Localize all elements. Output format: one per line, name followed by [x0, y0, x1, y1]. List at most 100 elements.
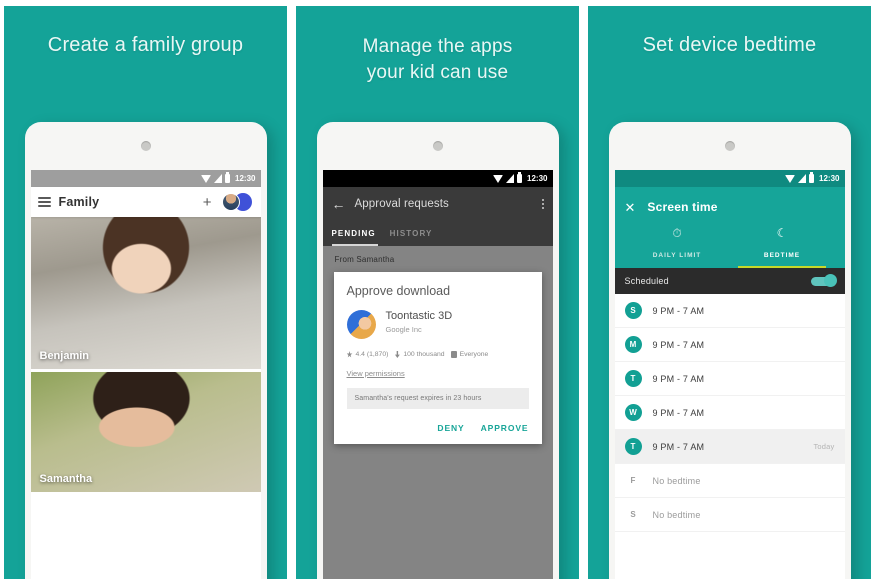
day-badge: T: [624, 370, 642, 387]
tab-bedtime[interactable]: ☾ BEDTIME: [730, 223, 835, 268]
approval-requests-content: From Samantha Approve download Toontasti…: [322, 246, 553, 579]
panel-manage-apps: Manage the apps your kid can use 12:30 ←…: [296, 6, 579, 579]
status-bar-time: 12:30: [235, 174, 256, 183]
app-bar-title: Approval requests: [354, 198, 449, 210]
bedtime-value: No bedtime: [652, 475, 701, 486]
family-photo-samantha[interactable]: Samantha: [30, 372, 261, 492]
tab-label: BEDTIME: [763, 252, 801, 259]
request-from-label: From Samantha: [334, 255, 395, 264]
screenshot-gallery: Create a family group 12:30 Family + Ben…: [0, 0, 875, 583]
table-row[interactable]: T 9 PM - 7 AM: [614, 362, 845, 396]
camera-dot: [724, 141, 735, 151]
dialog-title: Approve download: [346, 284, 451, 298]
request-expiry-notice: Samantha's request expires in 23 hours: [346, 388, 529, 409]
app-bar-title: Screen time: [647, 200, 718, 214]
tab-bar: ⏱ DAILY LIMIT ☾ BEDTIME: [625, 223, 835, 268]
phone-screen: 12:30 ✕ Screen time ⏱ DAILY LIMIT ☾ BEDT…: [614, 170, 845, 579]
app-name: Toontastic 3D: [385, 310, 453, 322]
day-badge: M: [624, 336, 642, 353]
phone-mockup: 12:30 ✕ Screen time ⏱ DAILY LIMIT ☾ BEDT…: [608, 122, 851, 579]
deny-button[interactable]: DENY: [437, 423, 464, 433]
wifi-icon: [493, 174, 504, 183]
close-x-icon[interactable]: ✕: [625, 201, 636, 214]
app-downloads: 100 thousand: [403, 351, 445, 358]
app-summary: Toontastic 3D Google Inc: [346, 310, 529, 339]
timer-icon: ⏱: [672, 226, 682, 240]
status-bar: 12:30: [30, 170, 261, 187]
day-badge: S: [624, 302, 642, 319]
toggle-knob: [823, 274, 837, 287]
back-arrow-icon[interactable]: ←: [332, 197, 346, 211]
phone-mockup: 12:30 Family + Benjamin Samantha: [24, 122, 267, 579]
approve-button[interactable]: APPROVE: [481, 423, 529, 433]
scheduled-toggle[interactable]: [810, 274, 837, 287]
app-bar: Family +: [30, 187, 261, 217]
status-bar: 12:30: [322, 170, 553, 187]
panel-title: Create a family group: [47, 34, 244, 56]
tab-pending[interactable]: PENDING: [332, 229, 376, 238]
tab-bar: PENDING HISTORY: [322, 221, 553, 246]
download-icon: [394, 351, 400, 358]
table-row[interactable]: S 9 PM - 7 AM: [614, 294, 845, 328]
tab-daily-limit[interactable]: ⏱ DAILY LIMIT: [625, 223, 730, 268]
bedtime-value: 9 PM - 7 AM: [652, 441, 705, 452]
app-developer: Google Inc: [385, 325, 422, 335]
day-badge: W: [624, 404, 642, 421]
plus-icon[interactable]: +: [203, 195, 212, 210]
wifi-icon: [201, 174, 212, 183]
app-metadata: 4.4 (1,870) 100 thousand Everyone: [346, 351, 529, 358]
view-permissions-link[interactable]: View permissions: [347, 369, 529, 378]
photo-image: [30, 217, 261, 369]
photo-name-label: Benjamin: [39, 350, 90, 362]
signal-icon: [214, 174, 223, 183]
bedtime-value: 9 PM - 7 AM: [652, 407, 705, 418]
app-bar: ← Approval requests: [322, 187, 553, 221]
app-icon: [346, 310, 376, 339]
bedtime-value: 9 PM - 7 AM: [652, 305, 705, 316]
panel-title: Set device bedtime: [642, 34, 817, 56]
phone-screen: 12:30 ← Approval requests PENDING HISTOR…: [322, 170, 553, 579]
approve-download-dialog: Approve download Toontastic 3D Google In…: [333, 272, 542, 444]
app-bar-title: Family: [58, 195, 100, 209]
phone-screen: 12:30 Family + Benjamin Samantha: [30, 170, 261, 579]
app-bar-top: ✕ Screen time: [625, 196, 835, 218]
app-rating: 4.4 (1,870): [355, 351, 389, 358]
hamburger-menu-icon[interactable]: [37, 197, 51, 207]
app-bar: ✕ Screen time ⏱ DAILY LIMIT ☾ BEDTIME: [614, 187, 845, 268]
bedtime-value: 9 PM - 7 AM: [652, 373, 705, 384]
tab-history[interactable]: HISTORY: [390, 229, 433, 238]
panel-title-line1: Manage the apps: [362, 36, 513, 57]
tab-label: DAILY LIMIT: [652, 252, 702, 259]
photo-name-label: Samantha: [39, 473, 93, 485]
camera-dot: [140, 141, 151, 151]
panel-create-family-group: Create a family group 12:30 Family + Ben…: [4, 6, 287, 579]
bedtime-value: 9 PM - 7 AM: [652, 339, 705, 350]
signal-icon: [798, 174, 807, 183]
wifi-icon: [785, 174, 796, 183]
rating-group: 4.4 (1,870): [346, 351, 389, 358]
scheduled-row[interactable]: Scheduled: [614, 268, 845, 294]
avatar-group[interactable]: [221, 193, 254, 211]
family-photo-benjamin[interactable]: Benjamin: [30, 217, 261, 369]
today-label: Today: [813, 442, 835, 451]
battery-icon: [809, 172, 815, 183]
day-badge: F: [630, 476, 636, 485]
status-bar: 12:30: [614, 170, 845, 187]
status-bar-time: 12:30: [819, 174, 840, 183]
bedtime-value: No bedtime: [652, 509, 701, 520]
table-row[interactable]: W 9 PM - 7 AM: [614, 396, 845, 430]
camera-dot: [432, 141, 443, 151]
scheduled-label: Scheduled: [624, 276, 669, 286]
day-badge: T: [624, 438, 642, 455]
table-row[interactable]: F No bedtime: [614, 464, 845, 498]
battery-icon: [225, 172, 231, 183]
table-row[interactable]: M 9 PM - 7 AM: [614, 328, 845, 362]
panel-set-device-bedtime: Set device bedtime 12:30 ✕ Screen time ⏱…: [588, 6, 871, 579]
status-bar-time: 12:30: [527, 174, 548, 183]
avatar-photo[interactable]: [221, 193, 240, 211]
table-row[interactable]: T 9 PM - 7 AM Today: [614, 430, 845, 464]
table-row[interactable]: S No bedtime: [614, 498, 845, 532]
kebab-menu-icon[interactable]: [541, 199, 544, 209]
app-content-rating: Everyone: [459, 351, 489, 358]
battery-icon: [517, 172, 523, 183]
